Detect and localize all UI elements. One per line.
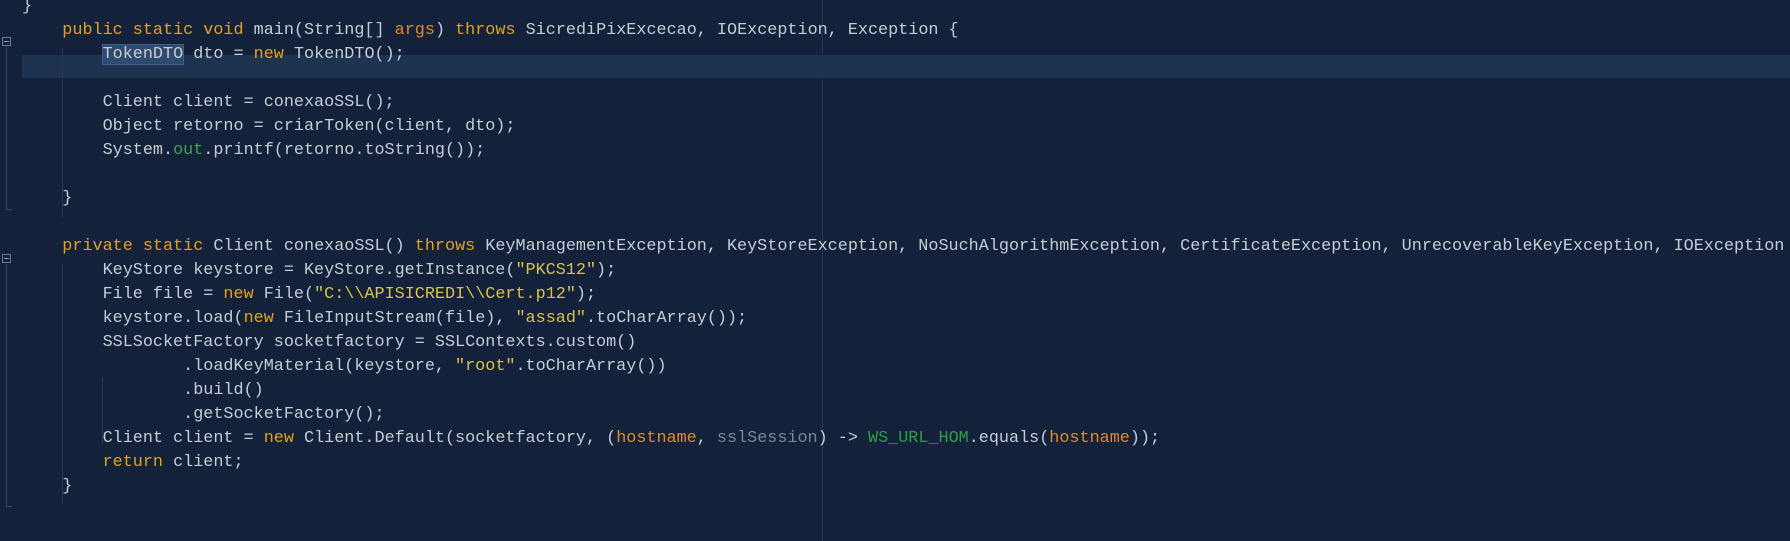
- code-token: new: [253, 45, 294, 64]
- code-line[interactable]: System.out.printf(retorno.toString());: [22, 139, 486, 163]
- code-token: );: [575, 285, 597, 304]
- code-line[interactable]: }: [22, 187, 72, 211]
- code-token: Client client = conexaoSSL();: [22, 93, 395, 112]
- code-token: "assad": [515, 309, 586, 328]
- code-token: ,: [696, 429, 717, 448]
- code-token: client;: [173, 453, 244, 472]
- code-token: main(String[]: [253, 21, 395, 40]
- code-token: Client conexaoSSL(): [213, 237, 415, 256]
- fold-gutter: [0, 0, 18, 541]
- code-token: keystore.load(: [22, 309, 244, 328]
- code-token: new: [243, 309, 284, 328]
- fold-conexaoSSL-end: [6, 506, 12, 507]
- code-line[interactable]: SSLSocketFactory socketfactory = SSLCont…: [22, 331, 637, 355]
- code-token: WS_URL_HOM: [868, 429, 969, 448]
- code-token: }: [22, 0, 33, 16]
- code-token: new: [263, 429, 304, 448]
- code-line[interactable]: Client client = conexaoSSL();: [22, 91, 395, 115]
- fold-conexaoSSL-icon[interactable]: [2, 254, 11, 263]
- fold-main-range: [6, 47, 7, 209]
- code-token: .build(): [22, 381, 264, 400]
- code-token: File(: [263, 285, 315, 304]
- code-line[interactable]: .loadKeyMaterial(keystore, "root".toChar…: [22, 355, 667, 379]
- code-token: .toCharArray()): [515, 357, 667, 376]
- right-margin-guide: [822, 0, 823, 541]
- code-line[interactable]: Client client = new Client.Default(socke…: [22, 427, 1161, 451]
- fold-main-end: [6, 209, 12, 210]
- code-token: args: [394, 21, 435, 40]
- code-token: .printf(retorno.toString());: [203, 141, 486, 160]
- code-token: );: [596, 261, 617, 280]
- code-token: hostname: [1049, 429, 1130, 448]
- code-token: "PKCS12": [515, 261, 597, 280]
- code-token: return: [102, 453, 174, 472]
- code-token: ) ->: [817, 429, 868, 448]
- code-token: new: [223, 285, 264, 304]
- highlighted-identifier: TokenDTO: [101, 44, 185, 65]
- code-line[interactable]: .build(): [22, 379, 264, 403]
- code-line[interactable]: keystore.load(new FileInputStream(file),…: [22, 307, 748, 331]
- code-token: private static: [62, 237, 214, 256]
- fold-main-icon[interactable]: [2, 37, 11, 46]
- code-token: throws: [414, 237, 486, 256]
- code-token: FileInputStream(file),: [283, 309, 516, 328]
- fold-conexaoSSL-range: [6, 264, 7, 506]
- code-token: .toCharArray());: [585, 309, 748, 328]
- code-line[interactable]: Object retorno = criarToken(client, dto)…: [22, 115, 516, 139]
- code-line[interactable]: private static Client conexaoSSL() throw…: [22, 235, 1790, 259]
- code-token: out: [173, 141, 204, 160]
- code-line[interactable]: public static void main(String[] args) t…: [22, 19, 959, 43]
- code-token: }: [22, 189, 73, 208]
- code-token: }: [22, 477, 73, 496]
- code-token: TokenDTO();: [293, 45, 405, 64]
- code-token: sslSession: [716, 429, 818, 448]
- code-line[interactable]: TokenDTO dto = new TokenDTO();: [22, 43, 405, 67]
- code-token: Object retorno = criarToken(client, dto)…: [22, 117, 516, 136]
- code-token: File file =: [22, 285, 224, 304]
- code-token: ));: [1129, 429, 1161, 448]
- code-editor[interactable]: } public static void main(String[] args)…: [0, 0, 1790, 541]
- code-token: ): [434, 21, 456, 40]
- code-token: KeyManagementException, KeyStoreExceptio…: [485, 237, 1790, 256]
- code-line[interactable]: }: [22, 0, 32, 19]
- code-token: .getSocketFactory();: [22, 405, 385, 424]
- code-line[interactable]: }: [22, 475, 72, 499]
- code-token: public static void: [62, 21, 254, 40]
- code-token: SicrediPixExcecao, IOException, Exceptio…: [525, 21, 959, 40]
- code-token: KeyStore keystore = KeyStore.getInstance…: [22, 261, 516, 280]
- code-token: Client.Default(socketfactory, (: [304, 429, 617, 448]
- code-line[interactable]: KeyStore keystore = KeyStore.getInstance…: [22, 259, 617, 283]
- code-token: hostname: [616, 429, 697, 448]
- code-token: SSLSocketFactory socketfactory = SSLCont…: [22, 333, 637, 352]
- code-token: System.: [22, 141, 174, 160]
- code-line[interactable]: .getSocketFactory();: [22, 403, 385, 427]
- code-token: "C:\\APISICREDI\\Cert.p12": [314, 285, 576, 304]
- code-token: .loadKeyMaterial(keystore,: [22, 357, 456, 376]
- code-line[interactable]: File file = new File("C:\\APISICREDI\\Ce…: [22, 283, 597, 307]
- code-token: "root": [455, 357, 516, 376]
- code-line[interactable]: return client;: [22, 451, 244, 475]
- code-token: throws: [455, 21, 526, 40]
- code-token: Client client =: [22, 429, 264, 448]
- code-token: dto =: [183, 45, 254, 64]
- code-token: .equals(: [968, 429, 1050, 448]
